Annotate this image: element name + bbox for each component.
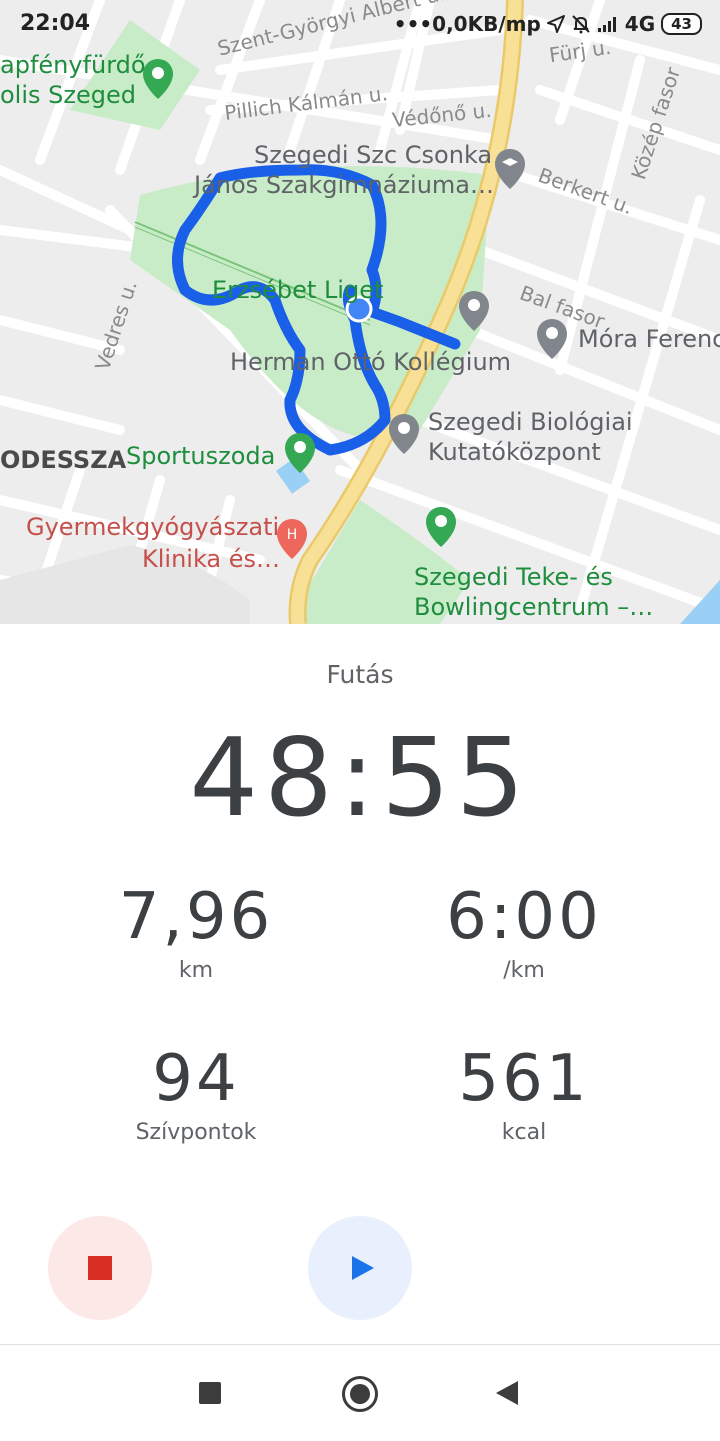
- heart-points-unit: Szívpontok: [135, 1120, 257, 1145]
- map-pin-green-icon[interactable]: [142, 58, 174, 100]
- map-pin-green-icon[interactable]: [425, 506, 457, 548]
- poi-label[interactable]: Kutatóközpont: [428, 438, 601, 467]
- pace-stat: 6:00 /km: [344, 880, 704, 983]
- map-pin-school-icon[interactable]: [494, 148, 526, 190]
- distance-stat: 7,96 km: [16, 880, 376, 983]
- resume-button[interactable]: [308, 1216, 412, 1320]
- heart-points-stat: 94 Szívpontok: [16, 1042, 376, 1145]
- heart-points-value: 94: [152, 1042, 240, 1116]
- poi-label[interactable]: Klinika és…: [142, 545, 280, 574]
- map-pin-green-icon[interactable]: [284, 432, 316, 474]
- battery-icon: 43: [661, 13, 702, 35]
- poi-label[interactable]: apfényfürdő: [0, 51, 146, 80]
- signal-icon: [597, 17, 616, 32]
- location-arrow-icon: [546, 15, 565, 33]
- pace-unit: /km: [503, 958, 545, 983]
- status-icons: •••0,0KB/mp 4G 43: [394, 12, 702, 36]
- status-bar: 22:04 •••0,0KB/mp 4G 43: [0, 0, 720, 50]
- poi-label[interactable]: Gyermekgyógyászati: [26, 513, 279, 542]
- recent-apps-icon[interactable]: [199, 1382, 221, 1404]
- distance-value: 7,96: [118, 880, 274, 954]
- battery-level: 43: [671, 15, 692, 33]
- distance-unit: km: [178, 958, 214, 983]
- elapsed-time: 48:55: [189, 716, 531, 841]
- network-type: 4G: [624, 12, 656, 36]
- pace-value: 6:00: [446, 880, 602, 954]
- calories-value: 561: [458, 1042, 590, 1116]
- park-label[interactable]: Erzsébet Liget: [212, 276, 383, 305]
- activity-type: Futás: [326, 660, 394, 689]
- navigation-bar: [0, 1344, 720, 1441]
- svg-text:H: H: [287, 527, 298, 543]
- poi-label[interactable]: János Szakgimnáziuma…: [194, 171, 494, 200]
- status-time: 22:04: [20, 11, 91, 36]
- poi-label[interactable]: Szegedi Biológiai: [428, 408, 633, 437]
- map-pin-gray-icon[interactable]: [388, 413, 420, 455]
- map-pin-hospital-icon[interactable]: H: [276, 518, 308, 560]
- poi-label[interactable]: Herman Ottó Kollégium: [230, 348, 511, 377]
- poi-label[interactable]: Bowlingcentrum –…: [414, 593, 653, 622]
- back-icon[interactable]: [496, 1381, 518, 1405]
- poi-label[interactable]: Móra Ferenc: [578, 325, 720, 354]
- network-speed: •••0,0KB/mp: [393, 12, 541, 36]
- calories-unit: kcal: [501, 1120, 547, 1145]
- map-view[interactable]: H Szent-Györgyi Albert u. Fürj u. Pillic…: [0, 0, 720, 624]
- poi-label[interactable]: Szegedi Szc Csonka: [254, 141, 492, 170]
- stop-button[interactable]: [48, 1216, 152, 1320]
- bell-off-icon: [572, 15, 590, 34]
- calories-stat: 561 kcal: [344, 1042, 704, 1145]
- stop-icon: [88, 1256, 112, 1280]
- poi-label[interactable]: Sportuszoda: [126, 442, 275, 471]
- play-icon: [352, 1256, 374, 1280]
- map-pin-gray-icon[interactable]: [458, 290, 490, 332]
- workout-panel: Futás 48:55 7,96 km 6:00 /km 94 Szívpont…: [0, 624, 720, 1344]
- home-icon[interactable]: [342, 1376, 378, 1412]
- poi-label[interactable]: Szegedi Teke- és: [414, 563, 613, 592]
- poi-label[interactable]: olis Szeged: [0, 81, 136, 110]
- home-icon-inner: [350, 1384, 370, 1404]
- map-pin-gray-icon[interactable]: [536, 318, 568, 360]
- area-label: ODESSZA: [0, 446, 127, 474]
